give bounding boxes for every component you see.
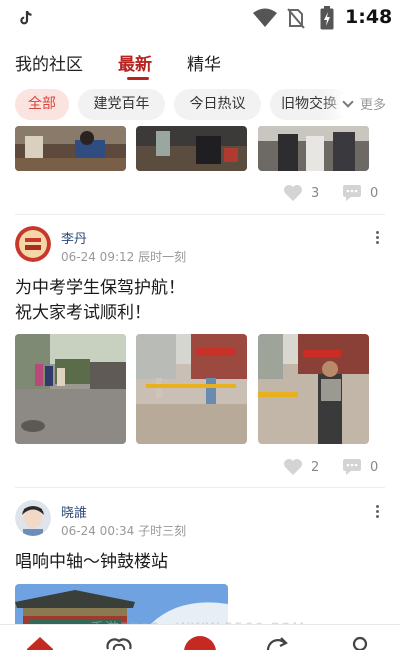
- top-tab-bar: 我的社区 最新 精华: [0, 46, 400, 82]
- comment-icon: [343, 185, 361, 201]
- post-photo[interactable]: [136, 334, 247, 444]
- post-photo[interactable]: [258, 334, 369, 444]
- post-text-line: 为中考学生保驾护航！: [15, 278, 185, 298]
- post-text: 为中考学生保驾护航！ 祝大家考试顺利！: [15, 276, 385, 326]
- like-button[interactable]: 2: [283, 458, 319, 476]
- post-text: 唱响中轴～钟鼓楼站: [15, 550, 385, 575]
- comment-count: 0: [370, 459, 379, 475]
- heart-icon: [284, 185, 302, 201]
- like-button[interactable]: 3: [283, 184, 319, 202]
- more-vertical-icon[interactable]: [372, 230, 382, 246]
- post-timestamp: 06-24 00:34 子时三刻: [61, 524, 187, 538]
- profile-icon[interactable]: [348, 635, 372, 650]
- post-timestamp: 06-24 09:12 辰时一刻: [61, 250, 187, 264]
- tab-my-community[interactable]: 我的社区: [15, 50, 83, 75]
- post-author[interactable]: 晓誰: [61, 502, 87, 521]
- avatar[interactable]: [15, 226, 51, 262]
- post-stats: 3 0: [280, 184, 390, 206]
- avatar[interactable]: [15, 500, 51, 536]
- comment-button[interactable]: 0: [342, 184, 378, 202]
- post-text-line: 唱响中轴～钟鼓楼站: [15, 552, 168, 572]
- chip-all[interactable]: 全部: [15, 89, 69, 120]
- comment-icon: [343, 459, 361, 475]
- post-feed[interactable]: 3 0 李丹 06-24 09:12 辰时一刻 为中考学生保驾护航！ 祝大家考试…: [0, 126, 400, 624]
- status-bar: 1:48: [0, 0, 400, 36]
- battery-icon: [320, 6, 334, 30]
- post-divider: [15, 487, 385, 488]
- bottom-nav: [0, 624, 400, 650]
- filter-chip-bar: 全部 建党百年 今日热议 旧物交换 更多: [0, 88, 400, 122]
- more-vertical-icon[interactable]: [372, 504, 382, 520]
- like-count: 2: [311, 459, 320, 475]
- more-filters-button[interactable]: 更多: [340, 94, 387, 116]
- comment-count: 0: [370, 185, 379, 201]
- post-text-line: 祝大家考试顺利！: [15, 303, 151, 323]
- refresh-icon[interactable]: [263, 635, 291, 650]
- post-photo[interactable]: [15, 126, 126, 171]
- center-button[interactable]: [183, 635, 217, 650]
- tab-latest[interactable]: 最新: [118, 50, 152, 75]
- post-photo[interactable]: [136, 126, 247, 171]
- chip-party-centenary[interactable]: 建党百年: [78, 89, 165, 120]
- chip-trending-today[interactable]: 今日热议: [174, 89, 261, 120]
- post-author[interactable]: 李丹: [61, 228, 87, 247]
- chevron-down-icon: [342, 96, 354, 108]
- comment-button[interactable]: 0: [342, 458, 378, 476]
- tiktok-icon: [20, 11, 32, 25]
- home-icon[interactable]: [26, 635, 54, 650]
- like-count: 3: [311, 185, 320, 201]
- wifi-icon: [253, 8, 277, 27]
- tab-featured[interactable]: 精华: [187, 50, 221, 75]
- post-stats: 2 0: [280, 458, 390, 480]
- more-label: 更多: [360, 98, 387, 113]
- status-clock: 1:48: [345, 6, 393, 28]
- post-photo[interactable]: [258, 126, 369, 171]
- post-photo[interactable]: [15, 334, 126, 444]
- active-tab-indicator: [127, 77, 149, 80]
- heart-outline-icon[interactable]: [104, 635, 134, 650]
- post-divider: [15, 214, 385, 215]
- heart-icon: [284, 459, 302, 475]
- no-sim-icon: [287, 8, 305, 29]
